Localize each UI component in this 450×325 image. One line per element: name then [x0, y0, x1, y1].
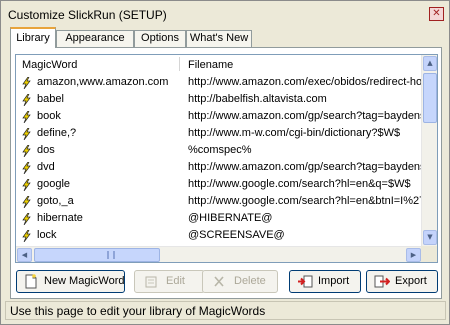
customize-window: Customize SlickRun (SETUP) ✕ Library App… — [0, 0, 450, 325]
list-item[interactable]: babel http://babelfish.altavista.com — [16, 91, 423, 108]
lightning-bolt-icon — [22, 145, 31, 157]
scroll-down-icon[interactable]: ▼ — [423, 230, 437, 245]
filename-cell: http://www.amazon.com/gp/search?tag=bayd… — [188, 161, 423, 173]
library-panel: MagicWord Filename amazon,www.amazon.com… — [10, 47, 442, 299]
list-item[interactable]: dvd http://www.amazon.com/gp/search?tag=… — [16, 159, 423, 176]
list-item[interactable]: amazon,www.amazon.com http://www.amazon.… — [16, 74, 423, 91]
magicword-cell: dos — [37, 144, 55, 156]
export-label: Export — [395, 275, 427, 287]
import-arrow-icon — [298, 275, 313, 288]
magicword-cell: dvd — [37, 161, 55, 173]
column-divider[interactable] — [179, 57, 180, 71]
lightning-bolt-icon — [22, 111, 31, 123]
magicword-cell: define,? — [37, 127, 77, 139]
new-document-icon — [25, 274, 37, 289]
filename-cell: http://www.google.com/search?hl=en&btnI=… — [188, 195, 423, 207]
list-item[interactable]: goto,_a http://www.google.com/search?hl=… — [16, 193, 423, 210]
edit-button[interactable]: Edit — [134, 270, 205, 293]
filename-cell: @HIBERNATE@ — [188, 212, 273, 224]
delete-label: Delete — [234, 275, 266, 287]
export-arrow-icon — [374, 275, 390, 288]
window-title: Customize SlickRun (SETUP) — [8, 8, 167, 22]
list-rows: amazon,www.amazon.com http://www.amazon.… — [16, 74, 423, 246]
horizontal-scrollbar[interactable]: ◀ ▶ — [16, 246, 423, 262]
tab-whats-new[interactable]: What's New — [186, 30, 252, 47]
lightning-bolt-icon — [22, 77, 31, 89]
list-item[interactable]: google http://www.google.com/search?hl=e… — [16, 176, 423, 193]
tab-appearance[interactable]: Appearance — [56, 30, 134, 47]
list-item[interactable]: dos %comspec% — [16, 142, 423, 159]
status-text: Use this page to edit your library of Ma… — [10, 304, 266, 318]
list-header: MagicWord Filename — [16, 55, 423, 73]
grip-icon — [107, 251, 115, 259]
magicword-cell: goto,_a — [37, 195, 74, 207]
lightning-bolt-icon — [22, 196, 31, 208]
filename-cell: http://www.google.com/search?hl=en&q=$W$ — [188, 178, 411, 190]
scroll-corner — [421, 246, 437, 262]
vertical-scroll-thumb[interactable] — [423, 73, 437, 123]
filename-cell: http://www.amazon.com/gp/search?tag=bayd… — [188, 110, 423, 122]
magicword-cell: babel — [37, 93, 64, 105]
magicword-cell: lock — [37, 229, 57, 241]
scroll-right-icon[interactable]: ▶ — [406, 248, 421, 262]
close-icon: ✕ — [432, 8, 441, 19]
tab-library[interactable]: Library — [10, 27, 56, 48]
magicword-list[interactable]: MagicWord Filename amazon,www.amazon.com… — [15, 54, 438, 263]
new-magicword-label: New MagicWord — [44, 275, 125, 287]
horizontal-scroll-thumb[interactable] — [34, 248, 160, 262]
export-button[interactable]: Export — [366, 270, 438, 293]
delete-x-icon — [214, 276, 224, 287]
vertical-scrollbar[interactable]: ▲ ▼ — [421, 55, 437, 246]
scroll-left-icon[interactable]: ◀ — [17, 248, 32, 262]
list-item[interactable]: book http://www.amazon.com/gp/search?tag… — [16, 108, 423, 125]
tab-options[interactable]: Options — [134, 30, 186, 47]
new-magicword-button[interactable]: New MagicWord — [16, 270, 125, 293]
magicword-cell: book — [37, 110, 61, 122]
list-item[interactable]: lock @SCREENSAVE@ — [16, 227, 423, 244]
filename-cell: @SCREENSAVE@ — [188, 229, 285, 241]
import-button[interactable]: Import — [289, 270, 361, 293]
column-header-filename[interactable]: Filename — [188, 59, 233, 71]
delete-button[interactable]: Delete — [202, 270, 278, 293]
scroll-up-icon[interactable]: ▲ — [423, 56, 437, 71]
close-button[interactable]: ✕ — [429, 7, 444, 21]
magicword-cell: amazon,www.amazon.com — [37, 76, 169, 88]
filename-cell: %comspec% — [188, 144, 252, 156]
column-header-magicword[interactable]: MagicWord — [22, 59, 77, 71]
lightning-bolt-icon — [22, 162, 31, 174]
lightning-bolt-icon — [22, 213, 31, 225]
filename-cell: http://www.m-w.com/cgi-bin/dictionary?$W… — [188, 127, 401, 139]
filename-cell: http://babelfish.altavista.com — [188, 93, 327, 105]
lightning-bolt-icon — [22, 230, 31, 242]
edit-icon — [145, 276, 157, 288]
import-label: Import — [318, 275, 350, 287]
lightning-bolt-icon — [22, 94, 31, 106]
magicword-cell: hibernate — [37, 212, 83, 224]
list-item[interactable]: define,? http://www.m-w.com/cgi-bin/dict… — [16, 125, 423, 142]
edit-label: Edit — [166, 275, 185, 287]
lightning-bolt-icon — [22, 179, 31, 191]
filename-cell: http://www.amazon.com/exec/obidos/redire… — [188, 76, 423, 88]
status-bar: Use this page to edit your library of Ma… — [5, 301, 446, 320]
title-bar[interactable]: Customize SlickRun (SETUP) ✕ — [2, 2, 448, 26]
lightning-bolt-icon — [22, 128, 31, 140]
list-item[interactable]: hibernate @HIBERNATE@ — [16, 210, 423, 227]
magicword-cell: google — [37, 178, 71, 190]
